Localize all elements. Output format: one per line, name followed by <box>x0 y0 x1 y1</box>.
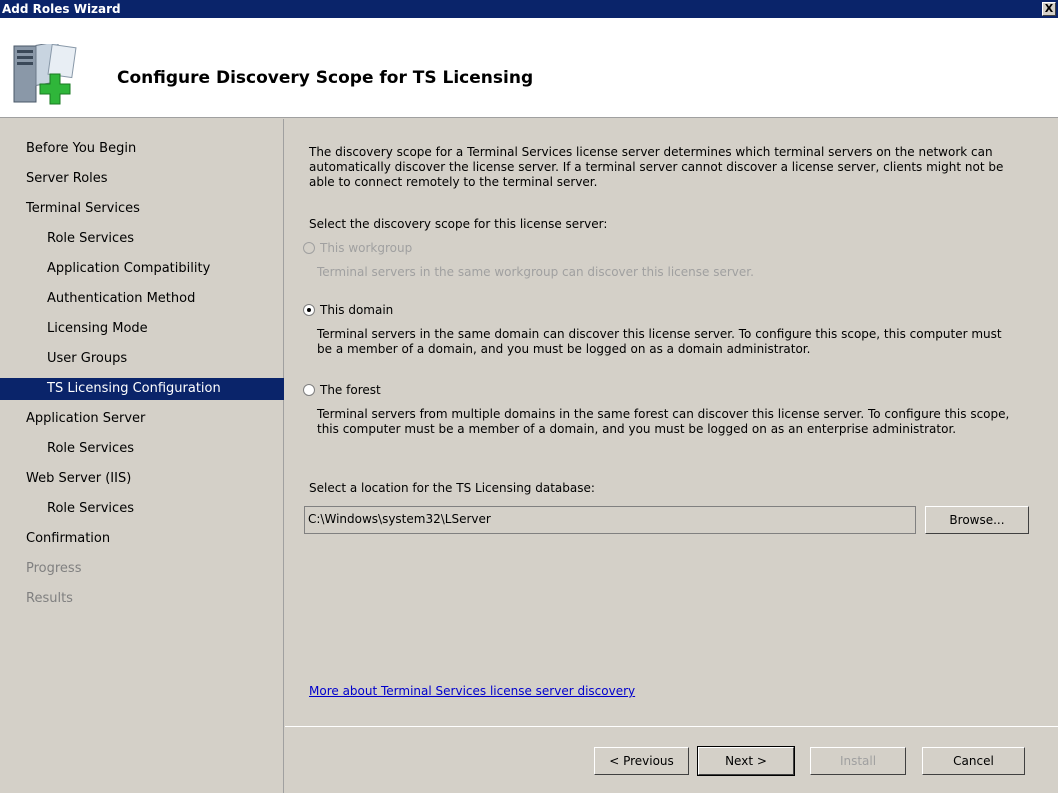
step-ts-role-services[interactable]: Role Services <box>0 228 284 250</box>
title-bar[interactable]: Add Roles Wizard X <box>0 0 1058 18</box>
step-web-server-iis[interactable]: Web Server (IIS) <box>0 468 284 490</box>
add-roles-wizard-window: Add Roles Wizard X Configure Discovery S… <box>0 0 1058 793</box>
database-location-field[interactable]: C:\Windows\system32\LServer <box>304 506 916 534</box>
step-progress: Progress <box>26 561 82 576</box>
radio-button[interactable] <box>303 304 315 316</box>
domain-description: Terminal servers in the same domain can … <box>317 327 1002 356</box>
step-iis-role-services[interactable]: Role Services <box>0 498 284 520</box>
main-content: The discovery scope for a Terminal Servi… <box>285 119 1058 793</box>
footer-divider <box>285 726 1058 727</box>
help-link[interactable]: More about Terminal Services license ser… <box>309 684 635 698</box>
radio-label: This workgroup <box>320 241 413 255</box>
close-button[interactable]: X <box>1042 2 1056 16</box>
server-add-icon <box>13 44 77 105</box>
radio-label[interactable]: The forest <box>320 383 381 397</box>
step-licensing-mode[interactable]: Licensing Mode <box>0 318 284 340</box>
workgroup-description: Terminal servers in the same workgroup c… <box>317 265 754 279</box>
install-button: Install <box>810 747 906 775</box>
step-application-server[interactable]: Application Server <box>0 408 284 430</box>
radio-button[interactable] <box>303 384 315 396</box>
forest-description: Terminal servers from multiple domains i… <box>317 407 1010 436</box>
cancel-button[interactable]: Cancel <box>922 747 1025 775</box>
radio-selected-dot <box>307 308 311 312</box>
window-title: Add Roles Wizard <box>2 2 121 16</box>
step-results: Results <box>26 591 73 606</box>
scope-description: The discovery scope for a Terminal Servi… <box>309 145 1004 189</box>
location-prompt: Select a location for the TS Licensing d… <box>309 481 595 495</box>
close-icon: X <box>1044 2 1054 15</box>
step-user-groups[interactable]: User Groups <box>0 348 284 370</box>
radio-label[interactable]: This domain <box>320 303 393 317</box>
step-as-role-services[interactable]: Role Services <box>0 438 284 460</box>
wizard-header: Configure Discovery Scope for TS Licensi… <box>0 18 1058 118</box>
page-title: Configure Discovery Scope for TS Licensi… <box>117 68 534 88</box>
step-server-roles[interactable]: Server Roles <box>0 168 284 190</box>
step-application-compatibility[interactable]: Application Compatibility <box>0 258 284 280</box>
previous-button[interactable]: < Previous <box>594 747 689 775</box>
step-terminal-services[interactable]: Terminal Services <box>0 198 284 220</box>
step-before-you-begin[interactable]: Before You Begin <box>0 138 284 160</box>
next-button[interactable]: Next > <box>697 746 795 776</box>
step-ts-licensing-configuration[interactable]: TS Licensing Configuration <box>0 378 284 400</box>
browse-button[interactable]: Browse... <box>925 506 1029 534</box>
radio-button <box>303 242 315 254</box>
step-confirmation[interactable]: Confirmation <box>0 528 284 550</box>
wizard-steps-sidebar: Before You Begin Server Roles Terminal S… <box>0 119 284 793</box>
step-authentication-method[interactable]: Authentication Method <box>0 288 284 310</box>
scope-prompt: Select the discovery scope for this lice… <box>309 217 608 231</box>
